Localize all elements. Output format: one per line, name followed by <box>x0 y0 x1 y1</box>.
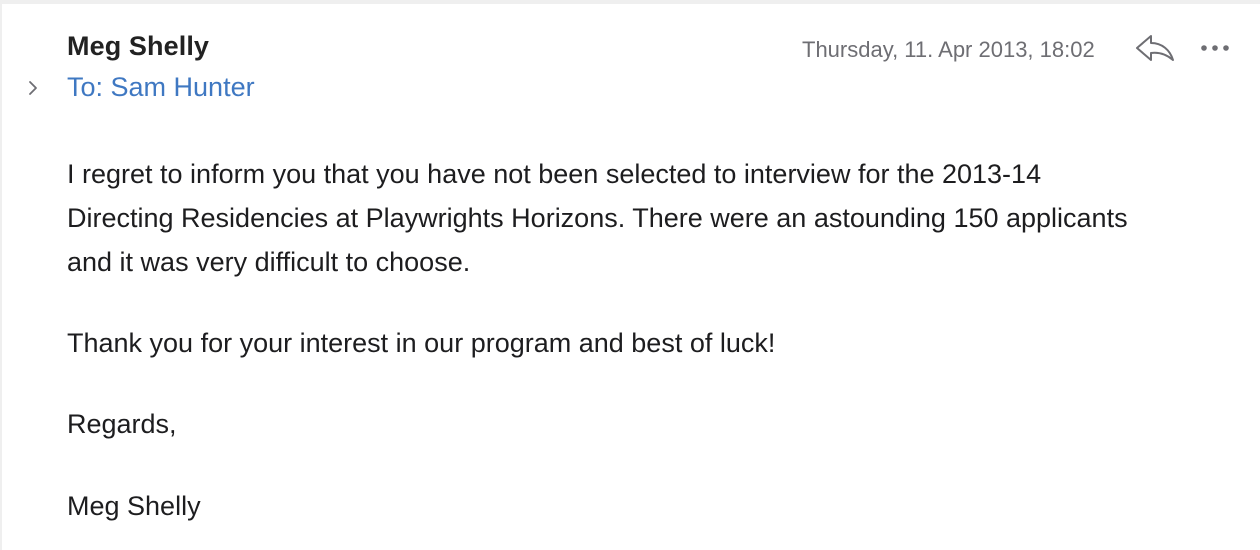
sender-name: Meg Shelly <box>67 31 210 61</box>
message-date: Thursday, 11. Apr 2013, 18:02 <box>802 37 1095 62</box>
body-paragraph: I regret to inform you that you have not… <box>67 159 1128 277</box>
email-message: Meg Shelly To: Sam Hunter Thursday, 11. … <box>0 0 1260 550</box>
body-paragraph: Thank you for your interest in our progr… <box>67 328 776 358</box>
left-border <box>0 0 2 550</box>
reply-icon[interactable] <box>1134 32 1176 64</box>
message-body: I regret to inform you that you have not… <box>67 152 1187 528</box>
recipient-line[interactable]: To: Sam Hunter <box>67 72 255 103</box>
body-closing: Regards, <box>67 409 177 439</box>
chevron-right-icon[interactable] <box>26 79 40 97</box>
body-signature: Meg Shelly <box>67 491 201 521</box>
ellipsis-icon[interactable] <box>1198 36 1232 60</box>
top-border <box>0 0 1260 4</box>
